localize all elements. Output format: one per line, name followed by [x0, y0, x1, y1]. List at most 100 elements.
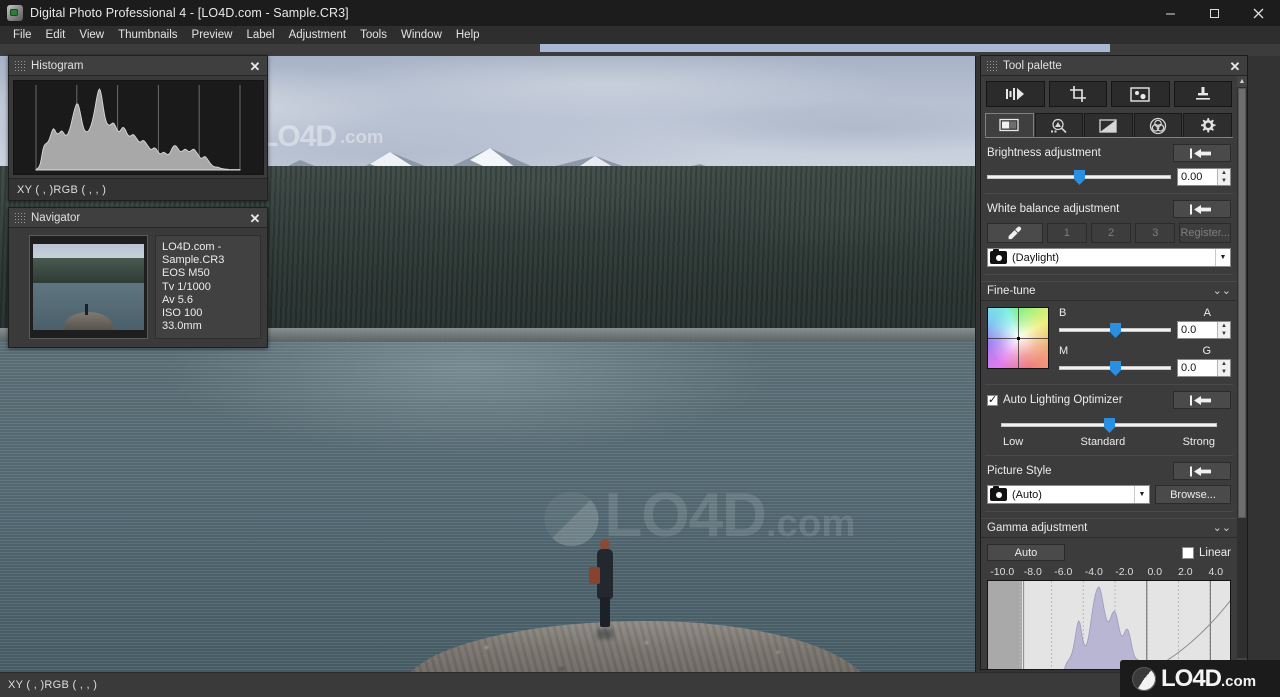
tool-palette-header[interactable]: Tool palette ✕: [981, 56, 1247, 76]
chevron-down-icon[interactable]: ▼: [1134, 486, 1149, 503]
spinner-down-icon[interactable]: ▼: [1218, 368, 1230, 376]
auto-lighting-slider[interactable]: [1001, 417, 1217, 433]
drag-grip-icon[interactable]: [986, 60, 997, 71]
auto-lighting-section: Auto Lighting Optimizer: [981, 385, 1237, 448]
brightness-reset-button[interactable]: [1173, 144, 1231, 162]
gamma-plot[interactable]: [987, 580, 1231, 669]
menu-adjustment[interactable]: Adjustment: [282, 27, 354, 43]
white-balance-eyedropper-button[interactable]: [987, 223, 1043, 243]
spinner-arrows[interactable]: ▲ ▼: [1217, 169, 1230, 185]
menu-edit[interactable]: Edit: [39, 27, 73, 43]
spinner-up-icon[interactable]: ▲: [1218, 169, 1230, 177]
spinner-up-icon[interactable]: ▲: [1218, 322, 1230, 330]
meta-shutter: Tv 1/1000: [162, 280, 211, 293]
gamma-linear-checkbox[interactable]: [1182, 546, 1195, 559]
spinner-down-icon[interactable]: ▼: [1218, 330, 1230, 338]
white-balance-preset-3[interactable]: 3: [1135, 223, 1176, 243]
brightness-slider[interactable]: [987, 169, 1171, 185]
white-balance-preset-2[interactable]: 2: [1090, 223, 1132, 243]
histogram-panel: Histogram ✕ XY ( , )RGB ( , , ): [8, 55, 268, 201]
scroll-up-icon[interactable]: ▲: [1237, 76, 1247, 87]
spinner-down-icon[interactable]: ▼: [1218, 177, 1230, 185]
gamma-histogram-plot: [1019, 581, 1230, 669]
color-wheel[interactable]: [987, 307, 1049, 369]
slider-knob[interactable]: [1074, 170, 1085, 185]
mg-spinner[interactable]: 0.0 ▲ ▼: [1177, 359, 1231, 377]
ba-slider[interactable]: [1059, 322, 1171, 338]
tool-palette-close-icon[interactable]: ✕: [1227, 58, 1243, 74]
menu-label[interactable]: Label: [239, 27, 281, 43]
eyedropper-icon: [1008, 226, 1022, 239]
brightness-spinner[interactable]: 0.00 ▲ ▼: [1177, 168, 1231, 186]
histogram-tool-button[interactable]: [986, 81, 1045, 107]
chevron-down-icon[interactable]: ▼: [1215, 249, 1230, 266]
mg-slider[interactable]: [1059, 360, 1171, 376]
copy-stamp-button[interactable]: [1173, 81, 1232, 107]
picture-style-browse-button[interactable]: Browse...: [1155, 485, 1231, 504]
tab-tone-curve[interactable]: [1084, 113, 1133, 137]
tab-detail-adjustment[interactable]: [1034, 113, 1084, 137]
navigator-panel-header[interactable]: Navigator ✕: [9, 208, 267, 228]
reset-icon: [1190, 466, 1211, 476]
white-balance-preset-1[interactable]: 1: [1046, 223, 1087, 243]
menu-file[interactable]: File: [6, 27, 39, 43]
slider-knob[interactable]: [1110, 361, 1121, 376]
menu-help[interactable]: Help: [449, 27, 487, 43]
histogram-close-icon[interactable]: ✕: [247, 58, 263, 74]
slider-knob[interactable]: [1110, 323, 1121, 338]
chevron-double-down-icon[interactable]: ⌄⌄: [1213, 522, 1231, 534]
menu-thumbnails[interactable]: Thumbnails: [111, 27, 184, 43]
stamp-preview-button[interactable]: [1111, 81, 1170, 107]
white-balance-register-button[interactable]: Register...: [1179, 223, 1231, 243]
white-balance-combo[interactable]: (Daylight) ▼: [987, 248, 1231, 267]
spinner-arrows[interactable]: ▲ ▼: [1217, 360, 1230, 376]
gamma-auto-button[interactable]: Auto: [987, 544, 1065, 561]
scrollbar-thumb[interactable]: [1238, 88, 1246, 518]
tab-basic-adjustment[interactable]: [985, 113, 1034, 137]
chevron-double-down-icon[interactable]: ⌄⌄: [1213, 285, 1231, 297]
navigator-panel: Navigator ✕ LO4D.com - Sample.CR3 EOS M5…: [8, 207, 268, 348]
brand-watermark: LO4D.com: [1120, 660, 1280, 697]
gamma-header[interactable]: Gamma adjustment ⌄⌄: [981, 518, 1237, 538]
drag-grip-icon[interactable]: [14, 60, 25, 71]
spinner-up-icon[interactable]: ▲: [1218, 360, 1230, 368]
meta-filename: LO4D.com - Sample.CR3: [162, 241, 225, 267]
tool-palette-top-buttons: [981, 76, 1237, 107]
menu-preview[interactable]: Preview: [185, 27, 240, 43]
reset-icon: [1190, 204, 1211, 214]
mg-slider-row: 0.0 ▲ ▼: [1059, 359, 1231, 377]
spinner-arrows[interactable]: ▲ ▼: [1217, 322, 1230, 338]
auto-lighting-reset-button[interactable]: [1173, 391, 1231, 409]
histogram-panel-header[interactable]: Histogram ✕: [9, 56, 267, 76]
divider: [985, 274, 1233, 275]
reset-icon: [1190, 395, 1211, 405]
minimize-button[interactable]: [1148, 0, 1192, 26]
close-button[interactable]: [1236, 0, 1280, 26]
menu-view[interactable]: View: [72, 27, 111, 43]
menu-tools[interactable]: Tools: [353, 27, 394, 43]
thumbnail-image: [33, 244, 144, 330]
drag-grip-icon[interactable]: [14, 212, 25, 223]
white-balance-reset-button[interactable]: [1173, 200, 1231, 218]
crop-tool-button[interactable]: [1048, 81, 1107, 107]
histogram-panel-title: Histogram: [31, 59, 84, 72]
fine-tune-header[interactable]: Fine-tune ⌄⌄: [981, 281, 1237, 301]
meta-iso: ISO 100: [162, 307, 203, 320]
tab-color-adjustment[interactable]: [1133, 113, 1183, 137]
brightness-value: 0.00: [1181, 171, 1203, 183]
wheel-center-marker: [1016, 336, 1020, 340]
navigator-close-icon[interactable]: ✕: [247, 210, 263, 226]
ba-spinner[interactable]: 0.0 ▲ ▼: [1177, 321, 1231, 339]
horizontal-scrollbar[interactable]: [540, 44, 1110, 52]
tool-palette-scrollbar[interactable]: ▲ ▼: [1237, 76, 1247, 669]
slider-knob[interactable]: [1104, 418, 1115, 433]
tab-settings[interactable]: [1183, 113, 1232, 137]
picture-style-combo[interactable]: (Auto) ▼: [987, 485, 1150, 504]
auto-lighting-checkbox[interactable]: [987, 393, 998, 406]
ba-axis-labels: B A: [1059, 307, 1211, 319]
picture-style-reset-button[interactable]: [1173, 462, 1231, 480]
menu-window[interactable]: Window: [394, 27, 449, 43]
navigator-thumbnail[interactable]: [29, 235, 148, 339]
divider: [985, 511, 1233, 512]
maximize-button[interactable]: [1192, 0, 1236, 26]
